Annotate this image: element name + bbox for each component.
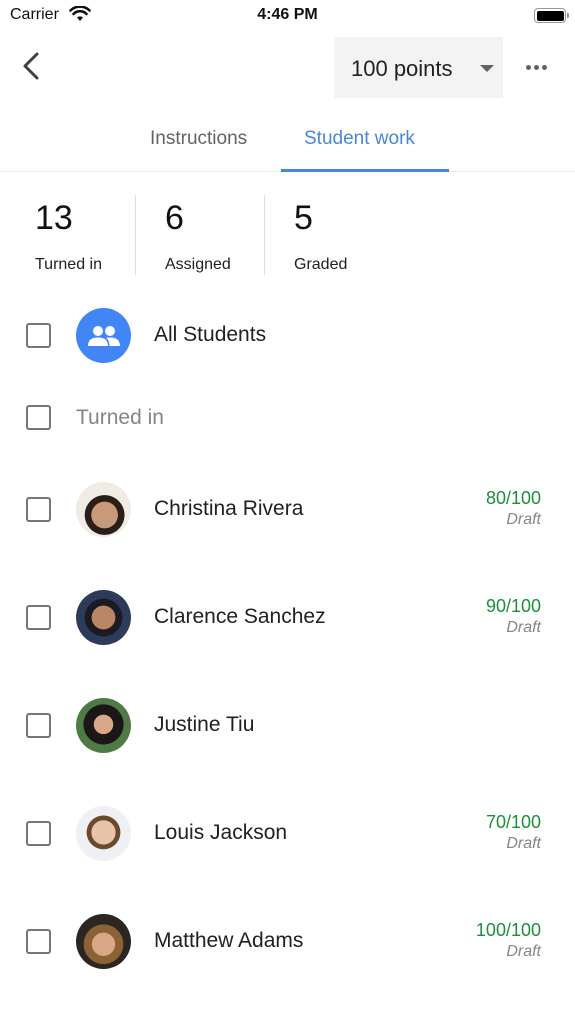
avatar <box>76 806 131 861</box>
avatar <box>76 590 131 645</box>
all-students-checkbox[interactable] <box>26 323 51 348</box>
all-students-label: All Students <box>154 323 267 346</box>
avatar <box>76 698 131 753</box>
stat-divider <box>135 195 136 275</box>
active-tab-indicator <box>281 169 449 172</box>
stat-label: Turned in <box>35 256 102 273</box>
student-name: Clarence Sanchez <box>154 605 326 628</box>
stat-value: 5 <box>294 199 313 237</box>
more-horizontal-icon <box>525 64 531 70</box>
more-options-button[interactable] <box>518 52 554 82</box>
student-row[interactable]: Justine Tiu <box>0 698 575 754</box>
student-checkbox[interactable] <box>26 605 51 630</box>
grade-score: 70/100 <box>485 812 541 832</box>
stat-divider <box>264 195 265 275</box>
student-name: Justine Tiu <box>154 713 255 736</box>
grade-status: Draft <box>506 943 541 960</box>
top-toolbar: 100 points <box>0 36 575 98</box>
avatar <box>76 914 131 969</box>
status-bar: Carrier 4:46 PM <box>0 0 575 32</box>
student-row[interactable]: Louis Jackson 70/100 Draft <box>0 806 575 862</box>
student-checkbox[interactable] <box>26 821 51 846</box>
stat-label: Graded <box>294 256 348 273</box>
student-name: Louis Jackson <box>154 821 288 844</box>
grade: 80/100 Draft <box>486 487 541 531</box>
student-row[interactable]: Clarence Sanchez 90/100 Draft <box>0 590 575 646</box>
clock: 4:46 PM <box>257 6 318 23</box>
stat-value: 13 <box>35 199 73 237</box>
points-value: 100 points <box>351 56 453 81</box>
student-name: Matthew Adams <box>154 929 304 952</box>
chevron-left-icon <box>23 52 39 80</box>
grade: 90/100 Draft <box>486 595 541 639</box>
caret-down-icon <box>480 65 494 72</box>
student-checkbox[interactable] <box>26 929 51 954</box>
grade-status: Draft <box>506 835 541 852</box>
people-icon <box>76 308 131 363</box>
points-dropdown[interactable]: 100 points <box>334 37 503 98</box>
stat-label: Assigned <box>165 256 231 273</box>
battery-icon <box>534 8 569 23</box>
section-turned-in: Turned in <box>0 403 575 433</box>
all-students-row[interactable]: All Students <box>0 308 575 364</box>
student-row[interactable]: Christina Rivera 80/100 Draft <box>0 482 575 538</box>
stat-value: 6 <box>165 199 184 237</box>
grade-score: 90/100 <box>485 596 541 616</box>
student-checkbox[interactable] <box>26 713 51 738</box>
grade: 70/100 Draft <box>486 811 541 855</box>
grade: 100/100 Draft <box>476 919 541 963</box>
student-row[interactable]: Matthew Adams 100/100 Draft <box>0 914 575 970</box>
grade-status: Draft <box>506 511 541 528</box>
section-checkbox[interactable] <box>26 405 51 430</box>
tab-instructions[interactable]: Instructions <box>150 128 247 150</box>
tab-student-work[interactable]: Student work <box>304 128 415 150</box>
tab-bar: Instructions Student work <box>0 110 575 172</box>
grade-score: 100/100 <box>475 920 541 940</box>
back-button[interactable] <box>14 48 50 84</box>
grade-score: 80/100 <box>485 488 541 508</box>
grade-status: Draft <box>506 619 541 636</box>
student-name: Christina Rivera <box>154 497 304 520</box>
section-label: Turned in <box>76 406 164 429</box>
student-checkbox[interactable] <box>26 497 51 522</box>
submission-stats: 13 Turned in 6 Assigned 5 Graded <box>0 195 575 277</box>
avatar <box>76 482 131 537</box>
